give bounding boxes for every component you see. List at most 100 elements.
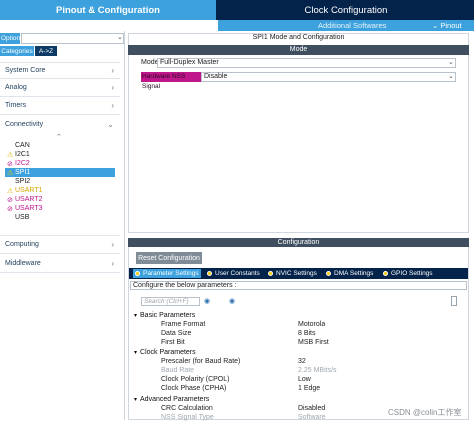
tab-label: NVIC Settings <box>276 270 317 277</box>
tab-user-constants[interactable]: User Constants <box>207 269 260 278</box>
divider <box>0 114 120 115</box>
param-value[interactable]: 8 Bits <box>298 329 316 338</box>
param-value[interactable]: MSB First <box>298 338 329 347</box>
status-dot-icon <box>326 271 331 276</box>
category-label: Timers <box>5 101 27 109</box>
tab-nvic-settings[interactable]: NVIC Settings <box>268 269 317 278</box>
panel-title: SPI1 Mode and Configuration <box>252 34 345 41</box>
param-value[interactable]: 1 Edge <box>298 384 320 393</box>
status-dot-icon <box>268 271 273 276</box>
tab-a-to-z[interactable]: A->Z <box>35 46 57 56</box>
collapse-triangle-icon: ▾ <box>134 350 138 356</box>
tab-pinout-configuration[interactable]: Pinout & Configuration <box>0 0 216 20</box>
search-next-icon[interactable]: ◉ <box>229 297 235 305</box>
configure-hint: Configure the below parameters : <box>130 281 467 290</box>
peripheral-i2c1[interactable]: ⚠ I2C1 <box>7 150 30 159</box>
group-basic-parameters[interactable]: ▾ Basic Parameters <box>134 311 195 320</box>
category-label: Analog <box>5 83 27 91</box>
chevron-right-icon: › <box>111 82 114 92</box>
param-value[interactable]: 32 <box>298 357 306 366</box>
param-label: Data Size <box>161 330 192 337</box>
chevron-down-icon[interactable]: ⌄ <box>448 72 454 80</box>
group-label: Basic Parameters <box>140 312 196 319</box>
divider <box>0 253 120 254</box>
status-dot-icon <box>207 271 212 276</box>
chevron-up-icon[interactable]: ⌃ <box>56 133 62 141</box>
warning-icon: ⚠ <box>7 169 14 177</box>
tab-label: GPIO Settings <box>391 270 433 277</box>
reset-configuration-button[interactable]: Reset Configuration <box>136 252 202 264</box>
divider <box>0 78 120 79</box>
peripheral-i2c2[interactable]: ⊘ I2C2 <box>7 159 30 168</box>
category-timers[interactable]: Timers › <box>0 98 120 112</box>
mode-label: Mode <box>141 59 159 66</box>
category-label: System Core <box>5 66 46 74</box>
param-label: CRC Calculation <box>161 405 213 412</box>
param-label: NSS Signal Type <box>161 414 214 421</box>
param-label: Baud Rate <box>161 367 195 374</box>
category-label: Computing <box>5 240 39 248</box>
peripheral-usart3[interactable]: ⊘ USART3 <box>7 204 43 213</box>
category-analog[interactable]: Analog › <box>0 80 120 94</box>
hardware-nss-select[interactable]: Disable <box>201 72 456 82</box>
tab-clock-configuration[interactable]: Clock Configuration <box>218 0 474 20</box>
tab-categories[interactable]: Categories <box>0 46 34 56</box>
peripheral-label: SPI2 <box>15 178 31 185</box>
info-icon[interactable] <box>451 296 457 306</box>
peripheral-usart1[interactable]: ⚠ USART1 <box>7 186 43 195</box>
chevron-down-icon[interactable]: ⌄ <box>448 58 454 66</box>
category-connectivity[interactable]: Connectivity ⌄ <box>0 117 120 131</box>
divider <box>0 235 120 236</box>
param-value: Software <box>298 414 326 421</box>
group-label: Clock Parameters <box>140 349 196 356</box>
group-clock-parameters[interactable]: ▾ Clock Parameters <box>134 348 196 357</box>
category-label: Connectivity <box>5 120 44 128</box>
warning-icon: ⚠ <box>7 187 14 195</box>
peripheral-label: USART3 <box>15 205 43 212</box>
disabled-icon: ⊘ <box>7 160 13 168</box>
category-middleware[interactable]: Middleware › <box>0 256 120 270</box>
disabled-icon: ⊘ <box>7 205 13 213</box>
param-label: Clock Phase (CPHA) <box>161 385 227 392</box>
tab-label: DMA Settings <box>334 270 374 277</box>
pinout-menu[interactable]: ⌄ Pinout <box>432 21 462 30</box>
tab-label: User Constants <box>215 270 260 277</box>
category-label: Middleware <box>5 259 41 267</box>
param-value[interactable]: Low <box>298 375 311 384</box>
parameter-search-input[interactable]: Search (Ctrl+F) <box>141 297 200 306</box>
group-advanced-parameters[interactable]: ▾ Advanced Parameters <box>134 395 209 404</box>
param-value[interactable]: Disabled <box>298 404 325 413</box>
divider <box>0 272 120 273</box>
peripheral-label: USART1 <box>15 187 43 194</box>
peripheral-spi2[interactable]: SPI2 <box>7 177 30 186</box>
tab-dma-settings[interactable]: DMA Settings <box>326 269 373 278</box>
search-previous-icon[interactable]: ◉ <box>204 297 210 305</box>
chevron-down-icon: ⌄ <box>107 119 114 129</box>
tab-gpio-settings[interactable]: GPIO Settings <box>383 269 433 278</box>
sidebar-search-input[interactable] <box>21 33 124 44</box>
peripheral-spi1[interactable]: ⚠ SPI1 <box>5 168 115 177</box>
peripheral-usart2[interactable]: ⊘ USART2 <box>7 195 43 204</box>
group-label: Advanced Parameters <box>140 396 210 403</box>
status-dot-icon <box>383 271 388 276</box>
peripheral-can[interactable]: CAN <box>7 141 30 150</box>
param-label: Clock Polarity (CPOL) <box>161 376 230 383</box>
mode-select[interactable]: Full-Duplex Master <box>157 58 456 68</box>
tab-parameter-settings[interactable]: Parameter Settings <box>133 269 201 278</box>
warning-icon: ⚠ <box>7 151 14 159</box>
additional-softwares-menu[interactable]: Additional Softwares <box>318 21 386 30</box>
subbar-left <box>0 20 216 31</box>
param-label: First Bit <box>161 339 185 346</box>
chevron-down-icon[interactable]: ⌄ <box>117 33 123 41</box>
peripheral-label: USB <box>15 214 30 221</box>
chevron-right-icon: › <box>111 65 114 75</box>
category-system-core[interactable]: System Core › <box>0 63 120 77</box>
param-value[interactable]: Motorola <box>298 320 325 329</box>
disabled-icon: ⊘ <box>7 196 13 204</box>
tab-label: Parameter Settings <box>143 270 199 277</box>
param-value: 2.25 MBits/s <box>298 367 337 374</box>
peripheral-usb[interactable]: USB <box>7 213 29 222</box>
peripheral-label: I2C1 <box>15 151 30 158</box>
peripheral-label: SPI1 <box>15 169 31 176</box>
category-computing[interactable]: Computing › <box>0 237 120 251</box>
